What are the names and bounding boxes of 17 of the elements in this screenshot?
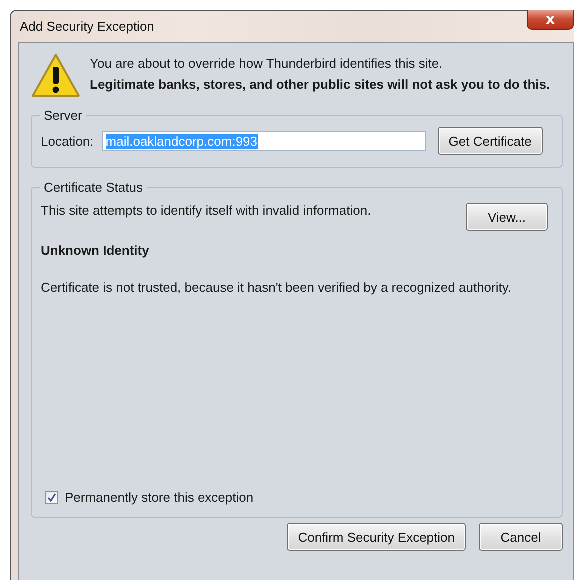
- server-legend: Server: [40, 108, 86, 123]
- warning-icon: [31, 53, 81, 99]
- identity-heading: Unknown Identity: [41, 243, 150, 258]
- status-summary: This site attempts to identify itself with invalid information.: [41, 203, 372, 218]
- checkbox-label: Permanently store this exception: [65, 490, 254, 505]
- warning-message: You are about to override how Thunderbird identifies this site.: [90, 56, 444, 71]
- location-label: Location:: [41, 134, 94, 148]
- view-button[interactable]: View...: [466, 203, 548, 231]
- cancel-button[interactable]: Cancel: [479, 523, 563, 551]
- confirm-button[interactable]: Confirm Security Exception: [287, 523, 466, 551]
- close-button[interactable]: x: [527, 10, 574, 30]
- status-detail: Certificate is not trusted, because it hasn't been verified by a recognized authority.: [41, 280, 513, 295]
- permanent-checkbox[interactable]: [45, 491, 58, 504]
- warning-emphasis: Legitimate banks, stores, and other public sites will not ask you to do this.: [90, 77, 550, 92]
- certificate-status-legend: Certificate Status: [40, 180, 147, 195]
- get-certificate-button[interactable]: Get Certificate: [438, 127, 543, 155]
- window-title: Add Security Exception: [20, 19, 154, 34]
